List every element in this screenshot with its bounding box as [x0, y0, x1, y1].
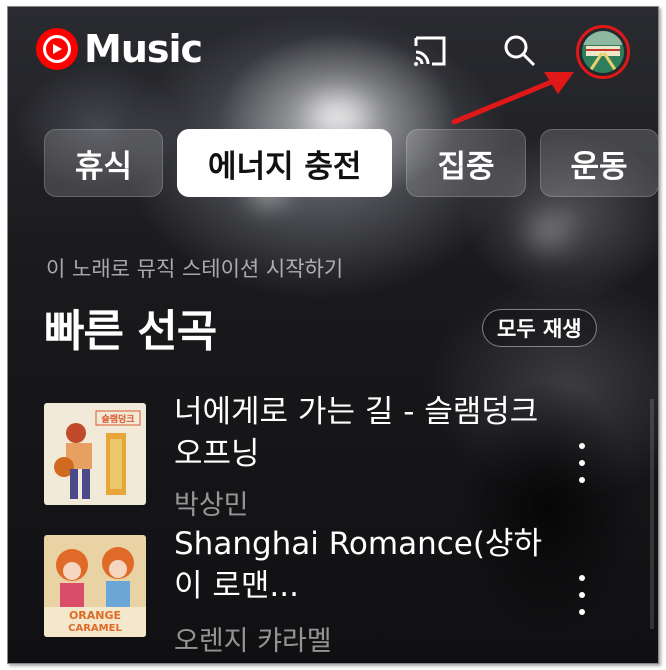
list-item[interactable]: ORANGE CARAMEL Shanghai Romance(샹하이 로맨..… — [44, 526, 644, 658]
song-title[interactable]: 너에게로 가는 길 - 슬램덩크 오프닝 — [174, 391, 564, 475]
firework-glow — [528, 217, 568, 247]
section-subtitle: 이 노래로 뮤직 스테이션 시작하기 — [46, 257, 344, 281]
scroll-edge — [650, 399, 654, 629]
album-art-slam-dunk[interactable]: 슬램덩크 — [44, 403, 146, 505]
play-all-button[interactable]: 모두 재생 — [482, 309, 597, 347]
play-logo-icon — [36, 28, 78, 70]
song-title[interactable]: Shanghai Romance(샹하이 로맨... — [174, 523, 564, 607]
app-window: Music 휴식 에너지 충전 집중 운동 이 노래로 뮤직 스테이션 시작하기… — [7, 6, 659, 664]
more-options-icon[interactable] — [570, 575, 594, 615]
section-title: 빠른 선곡 — [44, 306, 217, 357]
youtube-music-logo[interactable]: Music — [36, 27, 203, 71]
cast-icon[interactable] — [408, 29, 452, 73]
list-item[interactable]: 슬램덩크 너에게로 가는 길 - 슬램덩크 오프닝 박상민 — [44, 394, 644, 523]
chip-rest[interactable]: 휴식 — [44, 129, 164, 197]
more-options-icon[interactable] — [570, 443, 594, 483]
top-bar: Music — [8, 7, 658, 125]
chip-workout[interactable]: 운동 — [539, 129, 658, 197]
thumb-text: ORANGE — [69, 609, 121, 622]
chip-focus[interactable]: 집중 — [406, 129, 526, 197]
album-art-orange-caramel[interactable]: ORANGE CARAMEL — [44, 535, 146, 637]
song-artist[interactable]: 오렌지 캬라멜 — [174, 619, 332, 658]
logo-text: Music — [84, 27, 203, 71]
profile-avatar-icon — [582, 31, 624, 73]
chip-energy[interactable]: 에너지 충전 — [177, 129, 393, 197]
song-artist[interactable]: 박상민 — [174, 483, 249, 522]
thumb-text: 슬램덩크 — [101, 413, 134, 425]
mood-chips: 휴식 에너지 충전 집중 운동 — [44, 129, 658, 197]
thumb-text: CARAMEL — [68, 623, 122, 634]
